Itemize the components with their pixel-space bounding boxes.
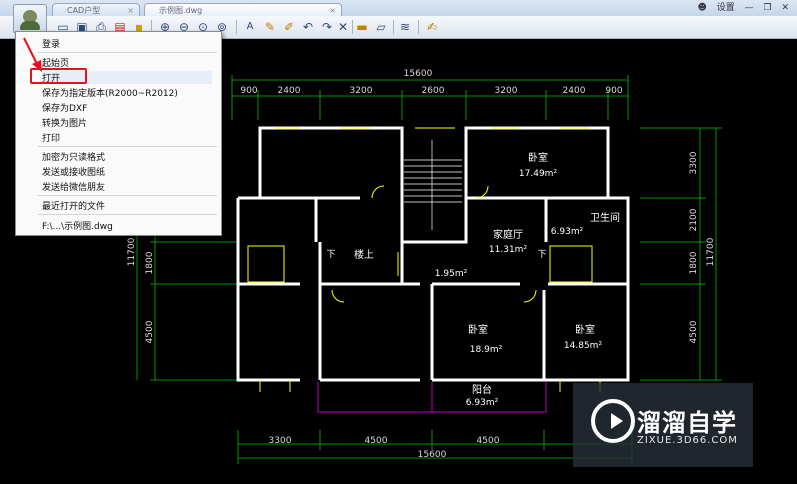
- menu-separator: [38, 52, 217, 53]
- highlighter-icon[interactable]: ✐: [281, 19, 297, 35]
- menu-item-save-dxf[interactable]: 保存为DXF: [42, 101, 87, 114]
- dim-label: 3200: [495, 86, 518, 96]
- dim-label: 1800: [689, 251, 699, 274]
- menu-item-recent[interactable]: 最近打开的文件: [42, 199, 105, 212]
- room-name: 阳台: [472, 383, 492, 396]
- room-area: 14.85m²: [564, 341, 603, 351]
- text-icon[interactable]: A: [242, 19, 258, 35]
- dim-label: 4500: [689, 320, 699, 343]
- toolbar-separator: [418, 20, 419, 34]
- print-preview-icon[interactable]: ▱: [373, 19, 389, 35]
- dim-label: 1800: [145, 251, 155, 274]
- tab-cad-plan[interactable]: CAD户型 ×: [52, 3, 140, 16]
- play-logo-icon: [591, 399, 635, 443]
- menu-item-send-receive[interactable]: 发送或接收图纸: [42, 165, 105, 178]
- dim-label: 4500: [477, 436, 500, 446]
- play-icon: [611, 413, 623, 429]
- room-labels: 卧室 17.49m² 家庭厅 11.31m² 卫生间 6.93m² 下 楼上 下…: [326, 151, 620, 408]
- erase-icon[interactable]: ✕: [335, 19, 351, 35]
- toolbar-separator: [352, 20, 353, 34]
- room-name: 卧室: [528, 151, 548, 164]
- room-area: 6.93m²: [466, 398, 499, 408]
- room-area: 18.9m²: [470, 345, 503, 355]
- menu-separator: [38, 195, 217, 196]
- title-bar: CAD户型 × 示例图.dwg × ☻ 设置 — ❐ ✕: [0, 0, 797, 17]
- undo-icon[interactable]: ↶: [300, 19, 316, 35]
- dim-label: 2400: [563, 86, 586, 96]
- settings-button[interactable]: 设置: [717, 3, 735, 13]
- stair-label: 楼上: [354, 248, 374, 261]
- edit-icon[interactable]: ✍: [424, 19, 440, 35]
- measure-icon[interactable]: ▬: [354, 19, 370, 35]
- watermark-url: ZIXUE.3D66.COM: [637, 435, 738, 446]
- dim-label: 15600: [418, 450, 447, 460]
- menu-item-save-version[interactable]: 保存为指定版本(R2000~R2012): [42, 86, 178, 99]
- dim-label: 3300: [269, 436, 292, 446]
- dim-label: 11700: [706, 237, 716, 266]
- room-area: 17.49m²: [519, 169, 558, 179]
- dim-label: 2400: [278, 86, 301, 96]
- watermark-title: 溜溜自学: [637, 409, 737, 437]
- dim-label: 3200: [350, 86, 373, 96]
- menu-item-convert-image[interactable]: 转换为图片: [42, 116, 87, 129]
- room-area: 11.31m²: [489, 245, 528, 255]
- skin-icon[interactable]: ☻: [697, 3, 706, 13]
- minimize-button[interactable]: —: [745, 3, 754, 13]
- stair-label: 下: [537, 250, 546, 260]
- dim-label: 4500: [145, 320, 155, 343]
- tab-label: CAD户型: [67, 6, 101, 15]
- menu-item-send-wechat[interactable]: 发送给微信朋友: [42, 180, 105, 193]
- doors-windows: [247, 127, 601, 392]
- close-button[interactable]: ✕: [781, 3, 789, 13]
- avatar-body: [20, 21, 40, 30]
- menu-item-recent-file[interactable]: F:\...\示例图.dwg: [42, 219, 113, 232]
- room-area: 6.93m²: [551, 227, 584, 237]
- menu-item-encrypt[interactable]: 加密为只读格式: [42, 150, 105, 163]
- close-icon[interactable]: ×: [127, 4, 134, 16]
- layers-icon[interactable]: ≋: [397, 19, 413, 35]
- dim-label: 4500: [365, 436, 388, 446]
- dim-label: 900: [240, 86, 257, 96]
- window-controls: ☻ 设置 — ❐ ✕: [690, 1, 789, 15]
- tab-drawing[interactable]: 示例图.dwg ×: [144, 3, 342, 16]
- pencil-icon[interactable]: ✎: [262, 19, 278, 35]
- balcony-outline: [317, 382, 547, 413]
- menu-item-print[interactable]: 打印: [42, 131, 60, 144]
- menu-separator: [38, 214, 217, 215]
- toolbar-separator: [393, 20, 394, 34]
- menu-separator: [38, 146, 217, 147]
- tab-label: 示例图.dwg: [159, 6, 203, 15]
- red-arrow-icon: [23, 37, 42, 72]
- close-icon[interactable]: ×: [329, 4, 336, 16]
- room-name: 家庭厅: [493, 228, 523, 241]
- dim-label: 3300: [689, 151, 699, 174]
- stair-label: 下: [326, 250, 335, 260]
- dim-label: 11700: [127, 237, 137, 266]
- room-area: 1.95m²: [435, 269, 468, 279]
- redo-icon[interactable]: ↷: [319, 19, 335, 35]
- toolbar-separator: [236, 20, 237, 34]
- room-name: 卫生间: [590, 211, 620, 224]
- room-name: 卧室: [468, 323, 488, 336]
- dim-label: 900: [605, 86, 622, 96]
- room-name: 卧室: [575, 323, 595, 336]
- dim-label: 2600: [422, 86, 445, 96]
- staircase: [404, 140, 462, 230]
- watermark: 溜溜自学 ZIXUE.3D66.COM: [573, 383, 753, 467]
- restore-button[interactable]: ❐: [764, 3, 772, 13]
- dim-label: 15600: [404, 69, 433, 79]
- dim-label: 2100: [689, 208, 699, 231]
- app-menu-button[interactable]: [13, 4, 47, 34]
